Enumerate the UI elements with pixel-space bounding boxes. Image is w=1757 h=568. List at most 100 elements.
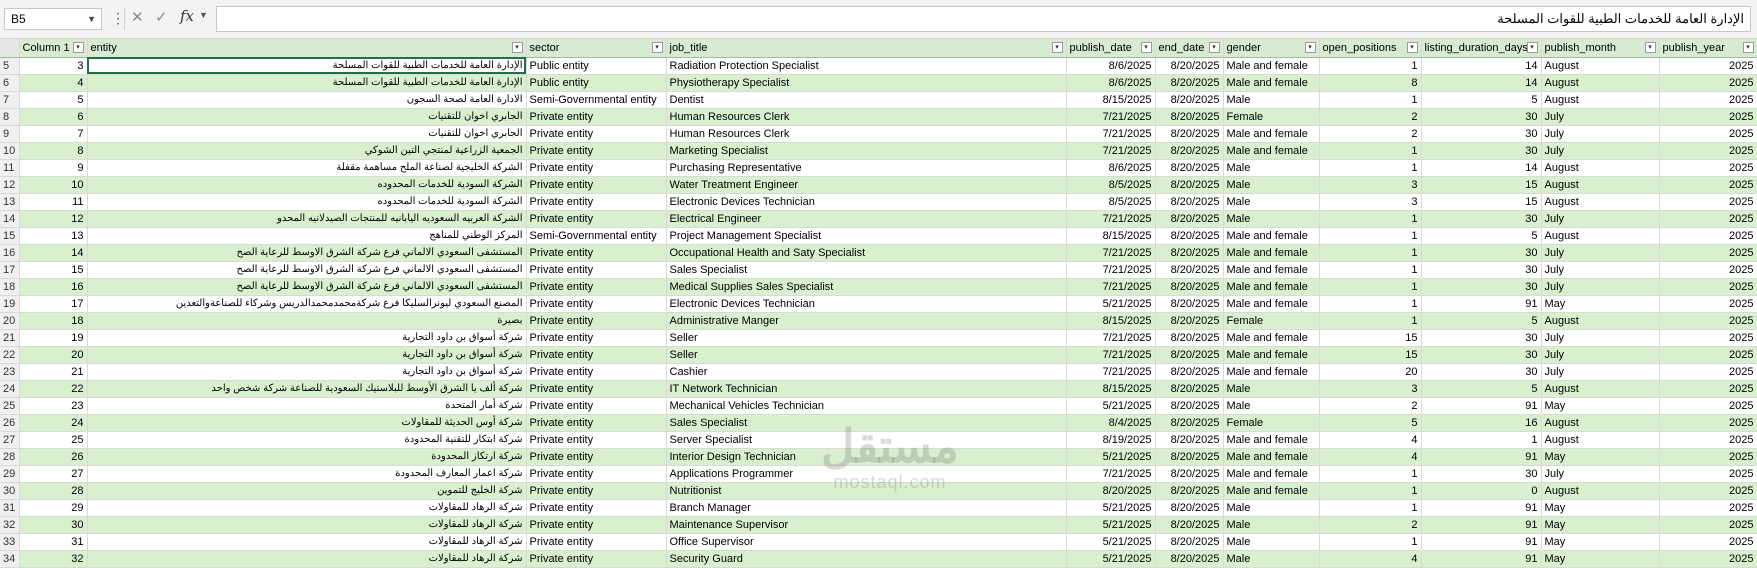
gender-cell[interactable]: Male and female: [1223, 142, 1320, 160]
job-title-cell[interactable]: Human Resources Clerk: [666, 125, 1067, 143]
publish-date-cell[interactable]: 7/21/2025: [1066, 465, 1156, 483]
listing-duration-cell[interactable]: 91: [1421, 295, 1542, 313]
gender-cell[interactable]: Male and female: [1223, 346, 1320, 364]
entity-cell[interactable]: المستشفى السعودي الالماني فرع شركة الشرق…: [87, 278, 527, 296]
publish-date-cell[interactable]: 8/15/2025: [1066, 312, 1156, 330]
sector-cell[interactable]: Private entity: [526, 431, 667, 449]
entity-cell[interactable]: الإدارة العامة للخدمات الطبية للقوات الم…: [87, 74, 527, 92]
row-header[interactable]: 17: [0, 261, 20, 279]
gender-cell[interactable]: Female: [1223, 108, 1320, 126]
end-date-cell[interactable]: 8/20/2025: [1155, 176, 1224, 194]
entity-cell[interactable]: المستشفى السعودي الالماني فرع شركة الشرق…: [87, 244, 527, 262]
gender-cell[interactable]: Male and female: [1223, 431, 1320, 449]
end-date-cell[interactable]: 8/20/2025: [1155, 295, 1224, 313]
open-positions-cell[interactable]: 2: [1319, 516, 1422, 534]
publish-year-cell[interactable]: 2025: [1659, 108, 1757, 126]
listing-duration-cell[interactable]: 30: [1421, 329, 1542, 347]
end-date-cell[interactable]: 8/20/2025: [1155, 533, 1224, 551]
listing-duration-cell[interactable]: 30: [1421, 346, 1542, 364]
row-header[interactable]: 33: [0, 533, 20, 551]
job-title-cell[interactable]: Seller: [666, 346, 1067, 364]
entity-cell[interactable]: شركة أمار المتحدة: [87, 397, 527, 415]
publish-year-cell[interactable]: 2025: [1659, 414, 1757, 432]
job-title-cell[interactable]: Seller: [666, 329, 1067, 347]
publish-year-cell[interactable]: 2025: [1659, 244, 1757, 262]
publish-date-cell[interactable]: 5/21/2025: [1066, 499, 1156, 517]
open-positions-cell[interactable]: 4: [1319, 431, 1422, 449]
column-1-cell[interactable]: 20: [19, 346, 88, 364]
open-positions-cell[interactable]: 1: [1319, 142, 1422, 160]
filter-dropdown-icon[interactable]: ▾: [72, 42, 84, 53]
column-1-cell[interactable]: 28: [19, 482, 88, 500]
gender-cell[interactable]: Male: [1223, 210, 1320, 228]
listing-duration-cell[interactable]: 14: [1421, 159, 1542, 177]
job-title-cell[interactable]: Administrative Manger: [666, 312, 1067, 330]
filter-dropdown-icon[interactable]: ▾: [1406, 42, 1418, 53]
entity-cell[interactable]: المصنع السعودي ليونرالسليكا فرع شركةمحمد…: [87, 295, 527, 313]
publish-year-cell[interactable]: 2025: [1659, 227, 1757, 245]
listing-duration-cell[interactable]: 5: [1421, 91, 1542, 109]
sector-cell[interactable]: Public entity: [526, 74, 667, 92]
open-positions-cell[interactable]: 3: [1319, 176, 1422, 194]
job-title-cell[interactable]: Cashier: [666, 363, 1067, 381]
filter-dropdown-icon[interactable]: ▾: [1742, 42, 1754, 53]
publish-month-cell[interactable]: July: [1541, 244, 1660, 262]
open-positions-cell[interactable]: 1: [1319, 499, 1422, 517]
publish-date-cell[interactable]: 8/15/2025: [1066, 380, 1156, 398]
entity-cell[interactable]: شركة أسواق بن داود التجارية: [87, 363, 527, 381]
open-positions-cell[interactable]: 1: [1319, 227, 1422, 245]
column-1-cell[interactable]: 7: [19, 125, 88, 143]
listing-duration-cell[interactable]: 30: [1421, 142, 1542, 160]
entity-cell[interactable]: شركة أوس الحديثة للمقاولات: [87, 414, 527, 432]
row-header[interactable]: 24: [0, 380, 20, 398]
listing-duration-cell[interactable]: 91: [1421, 448, 1542, 466]
open-positions-cell[interactable]: 3: [1319, 380, 1422, 398]
column-1-cell[interactable]: 26: [19, 448, 88, 466]
row-header[interactable]: 19: [0, 295, 20, 313]
publish-month-cell[interactable]: August: [1541, 57, 1660, 75]
column-1-cell[interactable]: 30: [19, 516, 88, 534]
close-icon[interactable]: ✕: [131, 8, 144, 26]
listing-duration-cell[interactable]: 91: [1421, 397, 1542, 415]
publish-month-cell[interactable]: August: [1541, 380, 1660, 398]
column-header[interactable]: end_date ▾: [1155, 39, 1224, 58]
gender-cell[interactable]: Male and female: [1223, 448, 1320, 466]
listing-duration-cell[interactable]: 30: [1421, 244, 1542, 262]
publish-date-cell[interactable]: 8/15/2025: [1066, 227, 1156, 245]
filter-dropdown-icon[interactable]: ▾: [1526, 42, 1538, 53]
job-title-cell[interactable]: Occupational Health and Saty Specialist: [666, 244, 1067, 262]
open-positions-cell[interactable]: 1: [1319, 210, 1422, 228]
chevron-down-icon[interactable]: ▼: [199, 10, 208, 20]
formula-input[interactable]: الإدارة العامة للخدمات الطبية للقوات الم…: [216, 6, 1751, 32]
publish-year-cell[interactable]: 2025: [1659, 210, 1757, 228]
sector-cell[interactable]: Private entity: [526, 125, 667, 143]
job-title-cell[interactable]: Human Resources Clerk: [666, 108, 1067, 126]
listing-duration-cell[interactable]: 0: [1421, 482, 1542, 500]
publish-year-cell[interactable]: 2025: [1659, 159, 1757, 177]
job-title-cell[interactable]: IT Network Technician: [666, 380, 1067, 398]
open-positions-cell[interactable]: 1: [1319, 91, 1422, 109]
column-header[interactable]: entity ▾: [87, 39, 527, 58]
row-header[interactable]: 20: [0, 312, 20, 330]
listing-duration-cell[interactable]: 5: [1421, 312, 1542, 330]
open-positions-cell[interactable]: 15: [1319, 346, 1422, 364]
end-date-cell[interactable]: 8/20/2025: [1155, 74, 1224, 92]
entity-cell[interactable]: الجمعية الزراعية لمنتجي التين الشوكي: [87, 142, 527, 160]
entity-cell[interactable]: بصيرة: [87, 312, 527, 330]
sector-cell[interactable]: Private entity: [526, 312, 667, 330]
gender-cell[interactable]: Male: [1223, 550, 1320, 568]
gender-cell[interactable]: Male: [1223, 159, 1320, 177]
name-box[interactable]: B5 ▼: [4, 8, 102, 30]
publish-month-cell[interactable]: May: [1541, 448, 1660, 466]
publish-month-cell[interactable]: May: [1541, 516, 1660, 534]
publish-date-cell[interactable]: 8/6/2025: [1066, 159, 1156, 177]
end-date-cell[interactable]: 8/20/2025: [1155, 261, 1224, 279]
end-date-cell[interactable]: 8/20/2025: [1155, 550, 1224, 568]
end-date-cell[interactable]: 8/20/2025: [1155, 278, 1224, 296]
gender-cell[interactable]: Male: [1223, 397, 1320, 415]
end-date-cell[interactable]: 8/20/2025: [1155, 244, 1224, 262]
publish-date-cell[interactable]: 7/21/2025: [1066, 346, 1156, 364]
gender-cell[interactable]: Male: [1223, 176, 1320, 194]
publish-date-cell[interactable]: 5/21/2025: [1066, 295, 1156, 313]
filter-dropdown-icon[interactable]: ▾: [651, 42, 663, 53]
